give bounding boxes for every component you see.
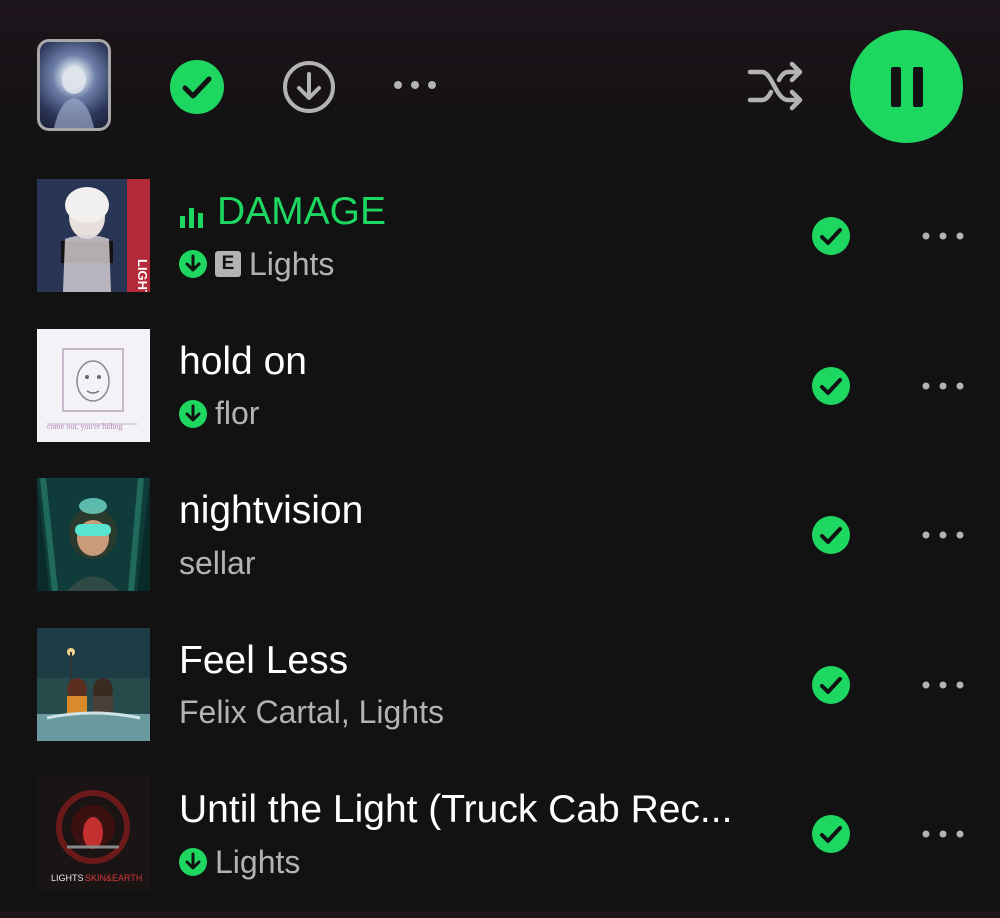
svg-text:LIGHTS: LIGHTS: [51, 873, 84, 883]
track-row[interactable]: LIGHTS SKIN&EARTH Until the Light (Truck…: [0, 768, 1000, 918]
track-title: Until the Light (Truck Cab Rec...: [179, 788, 733, 831]
track-subtitle: Lights: [179, 844, 300, 880]
more-horizontal-icon[interactable]: [920, 525, 966, 545]
check-circle-icon[interactable]: [812, 516, 850, 554]
album-art: LIGHTS: [37, 179, 150, 292]
track-row[interactable]: Feel Less Felix Cartal, Lights: [0, 619, 1000, 769]
playlist-toolbar: [0, 0, 1000, 170]
track-title: nightvision: [179, 489, 364, 532]
track-artist: Lights: [215, 843, 301, 880]
downloaded-icon: [179, 399, 207, 428]
shuffle-icon: [747, 61, 803, 111]
svg-text:come out, you're hiding: come out, you're hiding: [47, 422, 123, 431]
playlist-cover-thumbnail[interactable]: [37, 39, 111, 131]
album-art: [37, 478, 150, 591]
track-artist: Felix Cartal, Lights: [179, 694, 444, 730]
check-circle-icon[interactable]: [812, 815, 850, 853]
check-circle-icon[interactable]: [812, 366, 850, 405]
track-title: hold on: [179, 339, 307, 383]
track-row[interactable]: nightvision sellar: [0, 469, 1000, 619]
explicit-badge: E: [215, 251, 241, 277]
album-art: LIGHTS SKIN&EARTH: [37, 777, 150, 890]
track-title: Feel Less: [179, 638, 349, 682]
track-subtitle: sellar: [179, 545, 255, 581]
downloaded-icon: [179, 848, 207, 876]
pause-icon: [890, 66, 923, 107]
track-subtitle: flor: [179, 395, 260, 432]
more-options-button[interactable]: [390, 70, 440, 100]
track-subtitle: Felix Cartal, Lights: [179, 694, 444, 731]
track-list: LIGHTS DAMAGE E Lights come out, you're …: [0, 170, 1000, 918]
album-art: [37, 627, 150, 741]
more-horizontal-icon[interactable]: [920, 824, 966, 844]
track-artist: flor: [215, 395, 260, 431]
track-artist: sellar: [179, 544, 256, 581]
svg-text:LIGHTS: LIGHTS: [135, 259, 150, 292]
download-circle-icon: [283, 61, 335, 113]
track-artist: Lights: [249, 245, 335, 282]
more-horizontal-icon[interactable]: [920, 376, 966, 396]
more-horizontal-icon[interactable]: [920, 675, 966, 695]
track-row[interactable]: LIGHTS DAMAGE E Lights: [0, 170, 1000, 320]
svg-text:SKIN&EARTH: SKIN&EARTH: [85, 873, 142, 883]
track-title: DAMAGE: [217, 190, 387, 233]
album-art: come out, you're hiding: [37, 328, 150, 442]
shuffle-button[interactable]: [746, 58, 806, 114]
check-circle-icon[interactable]: [812, 217, 850, 255]
check-circle-icon[interactable]: [812, 665, 850, 704]
track-row[interactable]: come out, you're hiding hold on flor: [0, 320, 1000, 470]
pause-button[interactable]: [850, 30, 963, 143]
track-subtitle: E Lights: [179, 246, 334, 282]
more-horizontal-icon[interactable]: [920, 226, 966, 246]
more-horizontal-icon: [394, 81, 436, 89]
now-playing-equalizer-icon: [180, 208, 203, 228]
downloaded-icon: [179, 250, 207, 278]
download-button[interactable]: [282, 60, 336, 114]
check-circle-icon: [170, 60, 224, 114]
saved-check-button[interactable]: [170, 60, 224, 114]
